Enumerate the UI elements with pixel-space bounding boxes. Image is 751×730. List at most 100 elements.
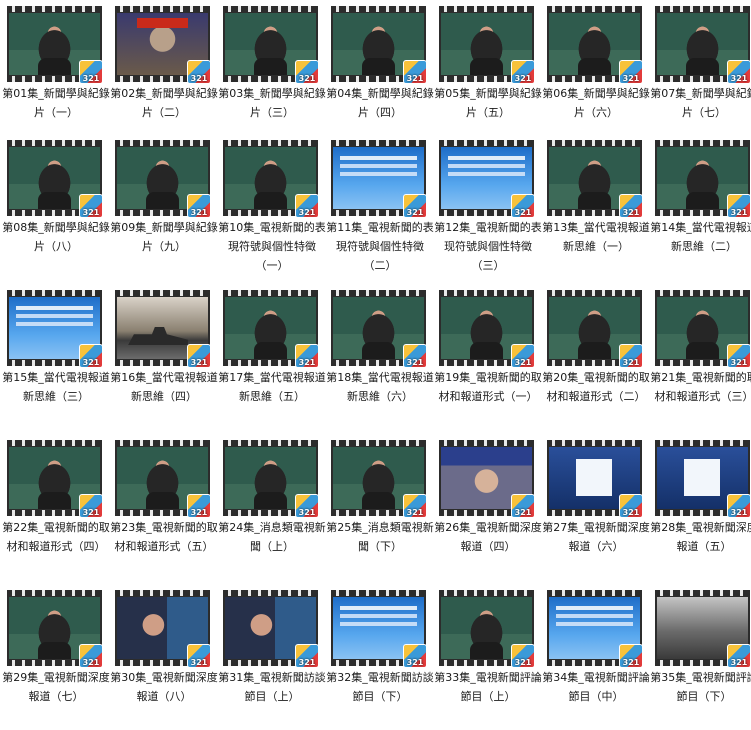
video-file-item[interactable]: 321 第24集_消息類電視新聞（上）: [218, 440, 326, 580]
video-file-item[interactable]: 321 第19集_電視新聞的取材和報道形式（一）: [434, 290, 542, 430]
video-thumbnail[interactable]: 321: [439, 290, 535, 368]
video-file-item[interactable]: 321 第15集_當代電視報道新思維（三）: [2, 290, 110, 430]
video-file-item[interactable]: 321 第23集_電視新聞的取材和報道形式（五）: [110, 440, 218, 580]
file-name-label[interactable]: 第16集_當代電視報道新思維（四）: [107, 368, 221, 406]
video-thumbnail[interactable]: 321: [655, 6, 751, 84]
video-file-item[interactable]: 321 第30集_電視新聞深度報道（八）: [110, 590, 218, 730]
file-name-label[interactable]: 第20集_電視新聞的取材和報道形式（二）: [539, 368, 653, 406]
file-name-label[interactable]: 第27集_電視新聞深度報道（六）: [539, 518, 653, 556]
video-thumbnail[interactable]: 321: [223, 290, 319, 368]
file-name-label[interactable]: 第30集_電視新聞深度報道（八）: [107, 668, 221, 706]
video-thumbnail[interactable]: 321: [547, 6, 643, 84]
video-file-item[interactable]: 321 第05集_新聞學與紀錄片（五）: [434, 6, 542, 146]
file-name-label[interactable]: 第10集_電視新聞的表現符號與個性特徵（一）: [215, 218, 329, 275]
file-name-label[interactable]: 第15集_當代電視報道新思維（三）: [0, 368, 113, 406]
file-name-label[interactable]: 第11集_電視新聞的表現符號與個性特徵（二）: [323, 218, 437, 275]
file-name-label[interactable]: 第35集_電視新聞評論節目（下）: [647, 668, 751, 706]
video-file-item[interactable]: 321 第10集_電視新聞的表現符號與個性特徵（一）: [218, 140, 326, 280]
file-name-label[interactable]: 第19集_電視新聞的取材和報道形式（一）: [431, 368, 545, 406]
file-name-label[interactable]: 第05集_新聞學與紀錄片（五）: [431, 84, 545, 122]
file-name-label[interactable]: 第26集_電視新聞深度報道（四）: [431, 518, 545, 556]
video-thumbnail[interactable]: 321: [223, 440, 319, 518]
file-name-label[interactable]: 第18集_當代電視報道新思維（六）: [323, 368, 437, 406]
file-name-label[interactable]: 第04集_新聞學與紀錄片（四）: [323, 84, 437, 122]
video-file-item[interactable]: 321 第09集_新聞學與紀錄片（九）: [110, 140, 218, 280]
file-name-label[interactable]: 第24集_消息類電視新聞（上）: [215, 518, 329, 556]
file-name-label[interactable]: 第29集_電視新聞深度報道（七）: [0, 668, 113, 706]
video-file-item[interactable]: 321 第06集_新聞學與紀錄片（六）: [542, 6, 650, 146]
video-thumbnail[interactable]: 321: [439, 6, 535, 84]
file-name-label[interactable]: 第22集_電視新聞的取材和報道形式（四）: [0, 518, 113, 556]
file-name-label[interactable]: 第28集_電視新聞深度報道（五）: [647, 518, 751, 556]
file-name-label[interactable]: 第25集_消息類電視新聞（下）: [323, 518, 437, 556]
video-file-item[interactable]: 321 第02集_新聞學與紀錄片（二）: [110, 6, 218, 146]
video-thumbnail[interactable]: 321: [223, 6, 319, 84]
video-file-item[interactable]: 321 第25集_消息類電視新聞（下）: [326, 440, 434, 580]
video-file-item[interactable]: 321 第17集_當代電視報道新思維（五）: [218, 290, 326, 430]
video-thumbnail[interactable]: 321: [7, 6, 103, 84]
video-thumbnail[interactable]: 321: [439, 440, 535, 518]
video-thumbnail[interactable]: 321: [115, 290, 211, 368]
video-file-item[interactable]: 321 第31集_電視新聞訪談節目（上）: [218, 590, 326, 730]
video-thumbnail[interactable]: 321: [655, 590, 751, 668]
video-file-item[interactable]: 321 第34集_電視新聞評論節目（中）: [542, 590, 650, 730]
video-thumbnail[interactable]: 321: [547, 140, 643, 218]
video-thumbnail[interactable]: 321: [655, 290, 751, 368]
file-name-label[interactable]: 第14集_當代電視報道新思維（二）: [647, 218, 751, 256]
video-thumbnail[interactable]: 321: [331, 590, 427, 668]
video-file-item[interactable]: 321 第03集_新聞學與紀錄片（三）: [218, 6, 326, 146]
video-thumbnail[interactable]: 321: [7, 290, 103, 368]
video-file-item[interactable]: 321 第35集_電視新聞評論節目（下）: [650, 590, 751, 730]
file-name-label[interactable]: 第02集_新聞學與紀錄片（二）: [107, 84, 221, 122]
video-thumbnail[interactable]: 321: [115, 590, 211, 668]
video-file-item[interactable]: 321 第16集_當代電視報道新思維（四）: [110, 290, 218, 430]
video-thumbnail[interactable]: 321: [439, 590, 535, 668]
video-file-item[interactable]: 321 第28集_電視新聞深度報道（五）: [650, 440, 751, 580]
video-file-item[interactable]: 321 第07集_新聞學與紀錄片（七）: [650, 6, 751, 146]
file-name-label[interactable]: 第21集_電視新聞的取材和報道形式（三）: [647, 368, 751, 406]
file-name-label[interactable]: 第01集_新聞學與紀錄片（一）: [0, 84, 113, 122]
video-file-item[interactable]: 321 第04集_新聞學與紀錄片（四）: [326, 6, 434, 146]
video-thumbnail[interactable]: 321: [7, 590, 103, 668]
video-file-item[interactable]: 321 第29集_電視新聞深度報道（七）: [2, 590, 110, 730]
video-thumbnail[interactable]: 321: [115, 6, 211, 84]
video-thumbnail[interactable]: 321: [115, 140, 211, 218]
video-thumbnail[interactable]: 321: [547, 590, 643, 668]
video-thumbnail[interactable]: 321: [223, 140, 319, 218]
video-thumbnail[interactable]: 321: [655, 140, 751, 218]
video-thumbnail[interactable]: 321: [547, 440, 643, 518]
file-name-label[interactable]: 第34集_電視新聞評論節目（中）: [539, 668, 653, 706]
file-name-label[interactable]: 第12集_電視新聞的表现符號與個性特徵（三）: [431, 218, 545, 275]
file-name-label[interactable]: 第08集_新聞學與紀錄片（八）: [0, 218, 113, 256]
video-thumbnail[interactable]: 321: [439, 140, 535, 218]
file-name-label[interactable]: 第23集_電視新聞的取材和報道形式（五）: [107, 518, 221, 556]
file-name-label[interactable]: 第13集_當代電視報道新思維（一）: [539, 218, 653, 256]
video-file-item[interactable]: 321 第22集_電視新聞的取材和報道形式（四）: [2, 440, 110, 580]
video-file-item[interactable]: 321 第01集_新聞學與紀錄片（一）: [2, 6, 110, 146]
video-file-item[interactable]: 321 第11集_電視新聞的表現符號與個性特徵（二）: [326, 140, 434, 280]
file-name-label[interactable]: 第06集_新聞學與紀錄片（六）: [539, 84, 653, 122]
video-file-item[interactable]: 321 第27集_電視新聞深度報道（六）: [542, 440, 650, 580]
video-thumbnail[interactable]: 321: [115, 440, 211, 518]
file-name-label[interactable]: 第09集_新聞學與紀錄片（九）: [107, 218, 221, 256]
video-file-item[interactable]: 321 第12集_電視新聞的表现符號與個性特徵（三）: [434, 140, 542, 280]
video-file-item[interactable]: 321 第14集_當代電視報道新思維（二）: [650, 140, 751, 280]
video-file-item[interactable]: 321 第21集_電視新聞的取材和報道形式（三）: [650, 290, 751, 430]
file-name-label[interactable]: 第32集_電視新聞訪談節目（下）: [323, 668, 437, 706]
video-thumbnail[interactable]: 321: [331, 6, 427, 84]
video-file-item[interactable]: 321 第26集_電視新聞深度報道（四）: [434, 440, 542, 580]
video-file-item[interactable]: 321 第33集_電視新聞評論節目（上）: [434, 590, 542, 730]
video-thumbnail[interactable]: 321: [7, 440, 103, 518]
video-thumbnail[interactable]: 321: [331, 290, 427, 368]
file-name-label[interactable]: 第07集_新聞學與紀錄片（七）: [647, 84, 751, 122]
video-file-item[interactable]: 321 第20集_電視新聞的取材和報道形式（二）: [542, 290, 650, 430]
file-name-label[interactable]: 第03集_新聞學與紀錄片（三）: [215, 84, 329, 122]
file-name-label[interactable]: 第33集_電視新聞評論節目（上）: [431, 668, 545, 706]
video-thumbnail[interactable]: 321: [331, 440, 427, 518]
video-thumbnail[interactable]: 321: [547, 290, 643, 368]
file-name-label[interactable]: 第31集_電視新聞訪談節目（上）: [215, 668, 329, 706]
video-file-item[interactable]: 321 第08集_新聞學與紀錄片（八）: [2, 140, 110, 280]
video-file-item[interactable]: 321 第32集_電視新聞訪談節目（下）: [326, 590, 434, 730]
video-thumbnail[interactable]: 321: [655, 440, 751, 518]
video-thumbnail[interactable]: 321: [223, 590, 319, 668]
